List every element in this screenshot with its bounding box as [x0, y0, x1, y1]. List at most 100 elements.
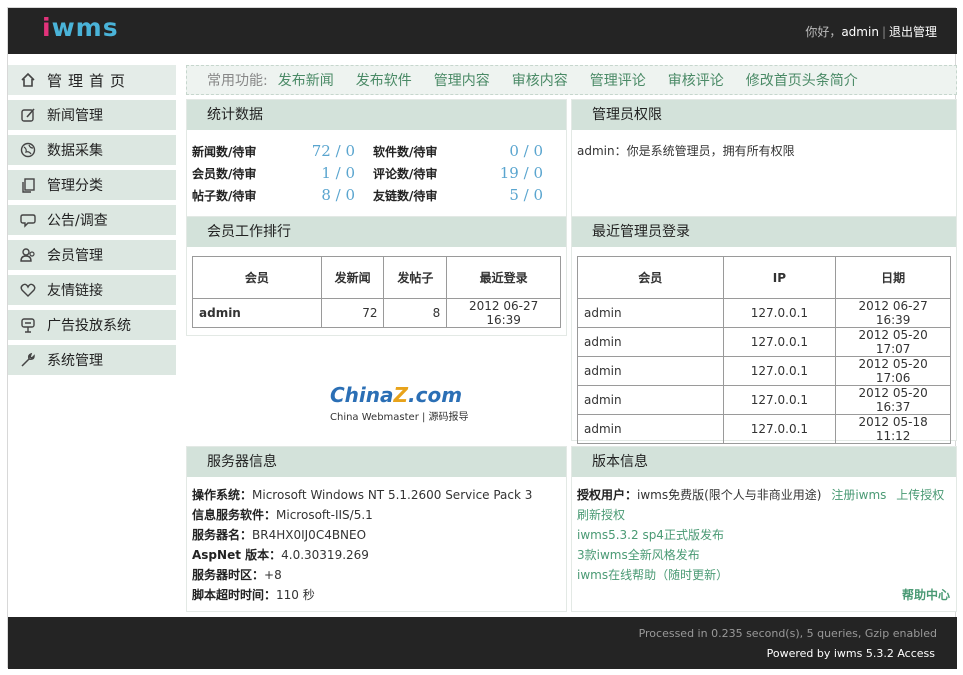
col-header: 日期 [835, 256, 951, 299]
col-header: 发帖子 [383, 256, 448, 299]
quick-link-publish-software[interactable]: 发布软件 [356, 70, 412, 90]
sidebar-item-news[interactable]: 新闻管理 [8, 100, 176, 130]
chinaz-logo: ChinaZ.com China Webmaster | 源码报导 [330, 383, 469, 423]
chat-icon [18, 211, 38, 229]
iwms-logo[interactable]: iwms [42, 13, 119, 42]
stat-label: 会员数/待审 [192, 166, 257, 181]
sidebar-item-home[interactable]: 管理首页 [8, 65, 176, 95]
sidebar-item-label: 友情链接 [47, 283, 103, 299]
user-link[interactable]: admin [841, 25, 879, 39]
sidebar-item-label: 管理分类 [47, 178, 103, 194]
sidebar: 管理首页 新闻管理 数据采集 管理分类 公告/调查 会员管理 友情链接 广告投放… [8, 65, 176, 380]
table-header-row: 会员 发新闻 发帖子 最近登录 [192, 256, 561, 299]
license-line: 授权用户：iwms免费版(限个人与非商业用途) 注册iwms 上传授权 [577, 488, 945, 502]
online-help-link[interactable]: iwms在线帮助（随时更新） [572, 565, 956, 585]
stats-row: 帖子数/待审 8 / 0 友链数/待审 5 / 0 [187, 184, 566, 206]
stats-row: 新闻数/待审 72 / 0 软件数/待审 0 / 0 [187, 140, 566, 162]
permission-title: 管理员权限 [572, 100, 956, 130]
sidebar-item-label: 广告投放系统 [47, 318, 131, 334]
login-date: 2012 05-20 17:07 [835, 327, 951, 357]
last-login: 2012 06-27 16:39 [446, 298, 561, 328]
login-ip: 127.0.0.1 [722, 385, 837, 415]
login-ip: 127.0.0.1 [722, 298, 837, 328]
stat-label: 友链数/待审 [373, 188, 438, 203]
sidebar-item-notice[interactable]: 公告/调查 [8, 205, 176, 235]
login-user: admin [577, 327, 724, 357]
footer-stats: Processed in 0.235 second(s), 5 queries,… [638, 627, 937, 640]
info-line: 信息服务软件：Microsoft-IIS/5.1 [192, 508, 373, 522]
footer-powered-by: Powered by iwms 5.3.2 Access [766, 647, 935, 660]
login-date: 2012 05-18 11:12 [835, 414, 951, 444]
heart-icon [18, 281, 38, 299]
news-count: 72 [320, 298, 385, 328]
sidebar-item-members[interactable]: 会员管理 [8, 240, 176, 270]
sidebar-item-label: 公告/调查 [47, 213, 108, 229]
register-link[interactable]: 注册iwms [831, 488, 886, 502]
table-header-row: 会员 IP 日期 [577, 256, 951, 299]
stat-value[interactable]: 8 / 0 [265, 186, 371, 204]
col-header: 最近登录 [446, 256, 561, 299]
login-ip: 127.0.0.1 [722, 356, 837, 386]
quick-link-publish-news[interactable]: 发布新闻 [278, 70, 334, 90]
server-info-panel: 服务器信息 操作系统：Microsoft Windows NT 5.1.2600… [186, 446, 567, 612]
sidebar-item-label: 新闻管理 [47, 108, 103, 124]
col-header: 会员 [192, 256, 322, 299]
sidebar-item-collect[interactable]: 数据采集 [8, 135, 176, 165]
quick-link-manage-content[interactable]: 管理内容 [434, 70, 490, 90]
login-date: 2012 06-27 16:39 [835, 298, 951, 328]
info-line: 服务器名：BR4HX0IJ0C4BNEO [192, 528, 367, 542]
info-line: 操作系统：Microsoft Windows NT 5.1.2600 Servi… [192, 488, 533, 502]
quick-links-bar: 常用功能: 发布新闻 发布软件 管理内容 审核内容 管理评论 审核评论 修改首页… [186, 65, 957, 95]
info-line: AspNet 版本：4.0.30319.269 [192, 548, 369, 562]
version-info-panel: 版本信息 授权用户：iwms免费版(限个人与非商业用途) 注册iwms 上传授权… [571, 446, 957, 612]
stat-value[interactable]: 72 / 0 [265, 142, 371, 160]
release-news-link[interactable]: iwms5.3.2 sp4正式版发布 [572, 525, 956, 545]
app-frame: iwms 你好，admin | 退出管理 管理首页 新闻管理 数据采集 管理分类 公… [7, 7, 957, 669]
quick-link-edit-headline[interactable]: 修改首页头条简介 [746, 70, 858, 90]
sidebar-item-label: 会员管理 [47, 248, 103, 264]
login-user: admin [577, 385, 724, 415]
login-date: 2012 05-20 17:06 [835, 356, 951, 386]
help-center-link[interactable]: 帮助中心 [902, 588, 950, 602]
stat-value[interactable]: 19 / 0 [471, 164, 543, 182]
info-line: 服务器时区：+8 [192, 568, 282, 582]
table-row: admin 127.0.0.1 2012 05-20 17:06 [577, 356, 951, 386]
stat-value[interactable]: 0 / 0 [471, 142, 543, 160]
theme-news-link[interactable]: 3款iwms全新风格发布 [572, 545, 956, 565]
login-ip: 127.0.0.1 [722, 327, 837, 357]
divider: | [881, 25, 886, 39]
users-icon [18, 246, 38, 264]
table-row: admin 127.0.0.1 2012 05-20 17:07 [577, 327, 951, 357]
server-title: 服务器信息 [187, 447, 566, 477]
sidebar-item-system[interactable]: 系统管理 [8, 345, 176, 375]
stat-value[interactable]: 1 / 0 [265, 164, 371, 182]
sidebar-item-category[interactable]: 管理分类 [8, 170, 176, 200]
logout-link[interactable]: 退出管理 [889, 25, 937, 39]
top-header: iwms 你好，admin | 退出管理 [8, 8, 957, 54]
rank-title: 会员工作排行 [187, 217, 566, 247]
home-icon [18, 71, 38, 89]
stats-title: 统计数据 [187, 100, 566, 130]
quick-link-review-content[interactable]: 审核内容 [512, 70, 568, 90]
login-user: admin [577, 356, 724, 386]
edit-icon [18, 106, 38, 124]
ad-icon [18, 316, 38, 334]
footer: Processed in 0.235 second(s), 5 queries,… [8, 617, 957, 669]
member-name[interactable]: admin [192, 298, 322, 328]
sidebar-item-links[interactable]: 友情链接 [8, 275, 176, 305]
sidebar-item-label: 系统管理 [47, 353, 103, 369]
quick-link-manage-comments[interactable]: 管理评论 [590, 70, 646, 90]
col-header: 发新闻 [320, 256, 385, 299]
refresh-license-link[interactable]: 刷新授权 [572, 505, 956, 525]
sidebar-item-ads[interactable]: 广告投放系统 [8, 310, 176, 340]
stat-value[interactable]: 5 / 0 [471, 186, 543, 204]
quick-links-label: 常用功能: [207, 73, 268, 89]
quick-link-review-comments[interactable]: 审核评论 [668, 70, 724, 90]
stats-panel: 统计数据 新闻数/待审 72 / 0 软件数/待审 0 / 0 会员数/待审 1… [186, 99, 567, 219]
member-rank-table: 会员 发新闻 发帖子 最近登录 admin 72 8 2012 06-27 16… [192, 256, 561, 328]
table-row: admin 127.0.0.1 2012 05-18 11:12 [577, 414, 951, 444]
upload-license-link[interactable]: 上传授权 [896, 488, 944, 502]
stat-label: 评论数/待审 [373, 166, 438, 181]
admin-permission-panel: 管理员权限 admin：你是系统管理员，拥有所有权限 [571, 99, 957, 219]
copy-icon [18, 176, 38, 194]
